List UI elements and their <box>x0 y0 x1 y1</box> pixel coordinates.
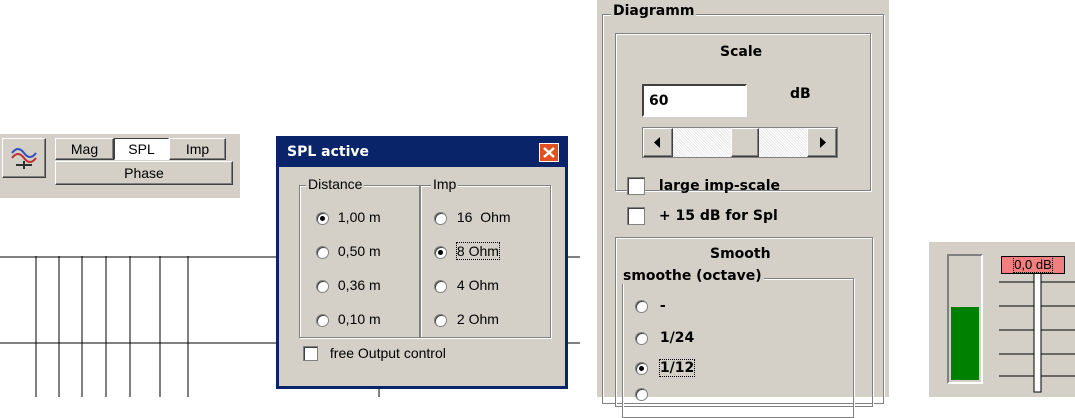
close-icon <box>543 147 555 158</box>
slider-left-arrow[interactable] <box>643 128 673 157</box>
distance-option-label: 0,10 m <box>337 311 381 327</box>
radio-smooth-1-12[interactable] <box>635 361 648 375</box>
fader-track: 0,0 dB <box>999 254 1075 394</box>
fader-ticks <box>999 267 1075 393</box>
arrow-left-icon <box>654 137 660 148</box>
spl-active-dialog: SPL active Distance 1,00 m 0,50 m 0,36 m… <box>276 136 568 389</box>
radio-16ohm[interactable] <box>434 211 447 225</box>
dialog-title: SPL active <box>287 144 369 160</box>
smooth-option-1[interactable]: - <box>635 297 666 314</box>
smooth-option-3[interactable]: 1/12 <box>635 359 696 377</box>
scale-label: Scale <box>720 44 763 60</box>
level-meter-panel: 0,0 dB <box>929 242 1075 397</box>
scale-unit: dB <box>790 86 811 102</box>
radio-smooth-next[interactable] <box>635 387 648 401</box>
distance-option-2[interactable]: 0,50 m <box>316 243 381 259</box>
dialog-titlebar: SPL active <box>279 139 565 167</box>
toolbar: Mag SPL Imp Phase <box>0 134 240 198</box>
diagramm-group: Diagramm Scale 60 dB large imp-scale + 1… <box>602 3 884 418</box>
tab-imp[interactable]: Imp <box>169 138 226 160</box>
fader-value-label: 0,0 dB <box>1013 256 1053 273</box>
tab-imp-label: Imp <box>185 141 210 157</box>
radio-036m[interactable] <box>316 279 329 293</box>
distance-legend: Distance <box>306 176 365 192</box>
imp-option-4[interactable]: 2 Ohm <box>434 311 499 327</box>
imp-group: Imp 16 Ohm 8 Ohm 4 Ohm 2 Ohm <box>420 176 551 338</box>
imp-option-2[interactable]: 8 Ohm <box>434 242 500 260</box>
distance-option-4[interactable]: 0,10 m <box>316 311 381 327</box>
diagramm-legend: Diagramm <box>611 3 697 19</box>
smooth-option-4-partial[interactable] <box>635 385 648 401</box>
tab-spl[interactable]: SPL <box>114 138 169 160</box>
smoothe-octave-legend: smoothe (octave) <box>621 268 764 284</box>
imp-option-label: 4 Ohm <box>456 277 499 293</box>
smooth-option-label: - <box>659 298 666 314</box>
distance-option-1[interactable]: 1,00 m <box>316 209 381 225</box>
radio-4ohm[interactable] <box>434 279 447 293</box>
imp-legend: Imp <box>431 176 459 192</box>
tab-phase-label: Phase <box>124 165 164 181</box>
smooth-option-label: 1/24 <box>659 330 695 346</box>
smooth-group: Smooth smoothe (octave) - 1/24 1/12 <box>615 237 873 418</box>
tab-phase[interactable]: Phase <box>55 161 233 185</box>
scale-slider[interactable] <box>642 127 838 158</box>
imp-option-label: 2 Ohm <box>456 311 499 327</box>
scale-input[interactable]: 60 <box>642 84 747 117</box>
imp-option-3[interactable]: 4 Ohm <box>434 277 499 293</box>
radio-050m[interactable] <box>316 245 329 259</box>
level-meter <box>947 254 983 384</box>
slider-right-arrow[interactable] <box>807 128 837 157</box>
large-imp-row[interactable]: large imp-scale <box>627 177 781 196</box>
level-meter-fill <box>951 307 979 380</box>
spl-plus-row[interactable]: + 15 dB for Spl <box>627 207 778 226</box>
spl-plus-label: + 15 dB for Spl <box>658 208 778 225</box>
radio-smooth-1-24[interactable] <box>635 331 648 345</box>
smooth-option-label: 1/12 <box>658 359 696 377</box>
smooth-label: Smooth <box>710 246 771 262</box>
slider-thumb[interactable] <box>731 128 759 157</box>
arrow-right-icon <box>820 137 826 148</box>
free-output-checkbox[interactable] <box>303 345 318 361</box>
free-output-label: free Output control <box>329 345 446 362</box>
distance-option-3[interactable]: 0,36 m <box>316 277 381 293</box>
tab-mag[interactable]: Mag <box>55 138 114 160</box>
speaker-mesh-icon <box>11 148 37 169</box>
diagramm-panel: Diagramm Scale 60 dB large imp-scale + 1… <box>597 0 889 418</box>
radio-smooth-none[interactable] <box>635 299 648 313</box>
imp-option-label: 16 Ohm <box>456 209 511 225</box>
radio-1m[interactable] <box>316 211 329 225</box>
smoothe-octave-group: smoothe (octave) - 1/24 1/12 <box>621 268 854 418</box>
close-button[interactable] <box>539 143 559 162</box>
distance-group: Distance 1,00 m 0,50 m 0,36 m 0,10 m <box>299 176 420 338</box>
distance-option-label: 1,00 m <box>337 209 381 225</box>
radio-8ohm[interactable] <box>434 245 447 259</box>
free-output-row[interactable]: free Output control <box>303 344 446 361</box>
scale-group: Scale 60 dB <box>615 33 871 191</box>
imp-option-1[interactable]: 16 Ohm <box>434 209 511 225</box>
tab-spl-label: SPL <box>128 141 155 157</box>
speaker-button[interactable] <box>2 138 46 178</box>
radio-010m[interactable] <box>316 313 329 327</box>
scale-value: 60 <box>649 93 669 109</box>
smooth-option-2[interactable]: 1/24 <box>635 329 694 346</box>
tab-mag-label: Mag <box>70 141 99 157</box>
distance-option-label: 0,50 m <box>337 243 381 259</box>
large-imp-label: large imp-scale <box>658 178 781 195</box>
fader-value-badge[interactable]: 0,0 dB <box>1001 256 1065 274</box>
large-imp-checkbox[interactable] <box>627 177 645 196</box>
radio-2ohm[interactable] <box>434 313 447 327</box>
imp-option-label: 8 Ohm <box>455 242 500 260</box>
spl-plus-checkbox[interactable] <box>627 207 645 226</box>
distance-option-label: 0,36 m <box>337 277 381 293</box>
